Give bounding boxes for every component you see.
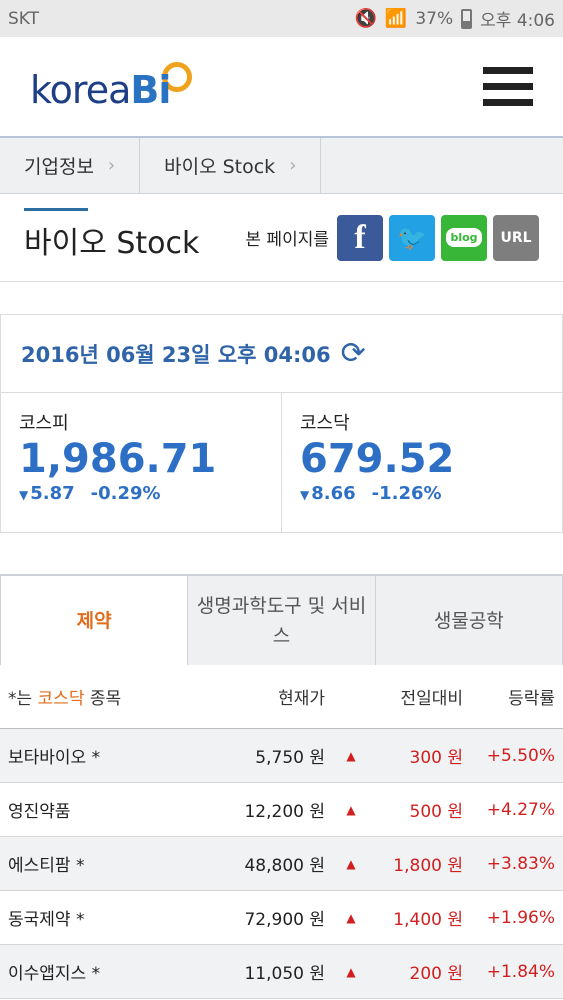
share-bar: 본 페이지를 f 🐦 blog URL	[245, 214, 539, 261]
up-arrow-icon: ▲	[346, 748, 356, 763]
table-row[interactable]: 보타바이오 * 5,750 원 ▲ 300 원 +5.50%	[0, 729, 563, 783]
chevron-right-icon: ›	[289, 155, 297, 176]
title-bar: 바이오 Stock 본 페이지를 f 🐦 blog URL	[0, 194, 563, 282]
note-highlight: 코스닥	[37, 689, 85, 709]
mute-icon: 🔇	[354, 8, 377, 29]
status-icons: 🔇 📶 37% 오후 4:06	[355, 6, 556, 31]
breadcrumb-item-company[interactable]: 기업정보 ›	[0, 138, 141, 193]
blog-icon: blog	[446, 228, 482, 247]
breadcrumb: 기업정보 › 바이오 Stock ›	[0, 138, 563, 194]
page-title: 바이오 Stock	[24, 207, 199, 262]
breadcrumb-item-bio-stock[interactable]: 바이오 Stock ›	[140, 138, 322, 193]
stock-rate: +3.83%	[486, 853, 555, 874]
stock-change: 500 원	[409, 802, 464, 822]
stock-change: 1,400 원	[393, 910, 463, 930]
blog-share-button[interactable]: blog	[441, 214, 487, 261]
share-label: 본 페이지를	[245, 230, 329, 250]
stock-name: 에스티팜 *	[8, 856, 85, 876]
stock-rate: +1.96%	[486, 907, 555, 928]
up-arrow-icon: ▲	[346, 964, 356, 979]
up-arrow-icon: ▲	[346, 910, 356, 925]
stock-name: 이수앱지스 *	[8, 964, 101, 984]
menu-icon[interactable]	[483, 67, 533, 106]
sector-tabs: 제약 생명과학도구 및 서비스 생물공학	[0, 574, 563, 665]
header-price: 현재가	[278, 689, 325, 709]
stock-change: 300 원	[409, 748, 464, 768]
down-arrow-icon: ▼	[19, 488, 29, 502]
breadcrumb-label: 바이오 Stock	[164, 156, 276, 178]
clock: 오후 4:06	[480, 11, 555, 31]
up-arrow-icon: ▲	[346, 856, 356, 871]
tab-pharma[interactable]: 제약	[0, 576, 189, 665]
stock-price: 72,900 원	[244, 910, 325, 930]
url-copy-button[interactable]: URL	[493, 214, 539, 261]
stock-price: 5,750 원	[255, 748, 325, 768]
index-change-value: 8.66	[311, 483, 356, 504]
header-rate: 등락률	[508, 689, 555, 709]
logo-bio: Bi	[130, 67, 171, 112]
date-box: 2016년 06월 23일 오후 04:06 ⟳	[0, 314, 563, 393]
refresh-icon[interactable]: ⟳	[341, 338, 366, 369]
index-kosdaq: 코스닥 679.52 ▼ 8.66 -1.26%	[281, 393, 562, 532]
stock-name: 보타바이오 *	[8, 748, 101, 768]
battery-icon	[461, 8, 473, 29]
index-change: ▼ 5.87 -0.29%	[19, 483, 263, 504]
twitter-icon: 🐦	[397, 223, 427, 252]
index-change-value: 5.87	[30, 483, 75, 504]
stock-change: 1,800 원	[393, 856, 463, 876]
note-prefix: *는	[8, 689, 38, 709]
index-value: 679.52	[300, 436, 455, 482]
header-change: 전일대비	[400, 689, 463, 709]
stock-name: 영진약품	[8, 802, 71, 822]
down-arrow-icon: ▼	[300, 488, 310, 502]
carrier: SKT	[8, 8, 40, 29]
stock-price: 12,200 원	[244, 802, 325, 822]
wifi-icon: 📶	[384, 8, 408, 29]
stock-price: 11,050 원	[244, 964, 325, 984]
stock-rate: +5.50%	[486, 745, 555, 766]
table-row[interactable]: 이수앱지스 * 11,050 원 ▲ 200 원 +1.84%	[0, 945, 563, 999]
facebook-share-button[interactable]: f	[337, 214, 383, 261]
index-name: 코스닥	[300, 413, 350, 434]
note-suffix: 종목	[84, 689, 122, 709]
koreabio-logo[interactable]: korea Bi	[30, 61, 193, 112]
index-kospi: 코스피 1,986.71 ▼ 5.87 -0.29%	[1, 393, 281, 532]
stock-table: 보타바이오 * 5,750 원 ▲ 300 원 +5.50% 영진약품 12,2…	[0, 729, 563, 999]
table-row[interactable]: 동국제약 * 72,900 원 ▲ 1,400 원 +1.96%	[0, 891, 563, 945]
table-row[interactable]: 영진약품 12,200 원 ▲ 500 원 +4.27%	[0, 783, 563, 837]
stock-rate: +4.27%	[486, 799, 555, 820]
index-change: ▼ 8.66 -1.26%	[300, 483, 544, 504]
index-change-rate: -1.26%	[371, 483, 442, 504]
market-datetime: 2016년 06월 23일 오후 04:06	[21, 342, 331, 367]
chevron-right-icon: ›	[107, 155, 116, 176]
stock-change: 200 원	[409, 964, 464, 984]
stock-price: 48,800 원	[244, 856, 325, 876]
battery-percent: 37%	[415, 8, 454, 29]
up-arrow-icon: ▲	[346, 802, 356, 817]
url-label: URL	[500, 229, 532, 246]
twitter-share-button[interactable]: 🐦	[389, 214, 435, 261]
site-header: korea Bi	[0, 37, 563, 138]
market-indices: 코스피 1,986.71 ▼ 5.87 -0.29% 코스닥 679.52 ▼ 8.…	[0, 393, 563, 533]
index-name: 코스피	[19, 413, 69, 434]
stock-rate: +1.84%	[486, 961, 555, 982]
logo-korea: korea	[30, 67, 131, 112]
kosdaq-note: *는 코스닥 종목	[8, 684, 185, 709]
table-row[interactable]: 에스티팜 * 48,800 원 ▲ 1,800 원 +3.83%	[0, 837, 563, 891]
index-value: 1,986.71	[19, 436, 217, 482]
tab-life-science-tools[interactable]: 생명과학도구 및 서비스	[188, 576, 376, 665]
status-bar: SKT 🔇 📶 37% 오후 4:06	[0, 0, 563, 37]
facebook-icon: f	[354, 218, 366, 256]
index-change-rate: -0.29%	[90, 483, 161, 504]
tab-biotech[interactable]: 생물공학	[376, 576, 563, 665]
stock-name: 동국제약 *	[8, 910, 85, 930]
table-header: *는 코스닥 종목 현재가 전일대비 등락률	[0, 665, 563, 729]
breadcrumb-label: 기업정보	[24, 156, 94, 178]
